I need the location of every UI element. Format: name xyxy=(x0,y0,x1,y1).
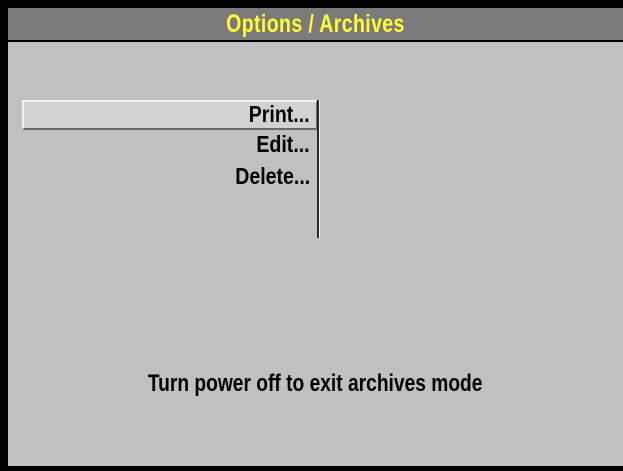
page-title: Options / Archives xyxy=(226,9,405,38)
menu-item-label: Edit... xyxy=(256,131,310,157)
menu-scroll-divider xyxy=(317,100,320,238)
options-menu: Print... Edit... Delete... xyxy=(18,100,318,238)
status-message: Turn power off to exit archives mode xyxy=(8,370,623,398)
menu-item-label: Delete... xyxy=(235,163,310,189)
menu-item-delete[interactable]: Delete... xyxy=(22,162,318,192)
menu-item-print[interactable]: Print... xyxy=(22,100,318,130)
status-message-text: Turn power off to exit archives mode xyxy=(148,370,483,397)
menu-item-label: Print... xyxy=(249,101,310,127)
menu-item-edit[interactable]: Edit... xyxy=(22,130,318,160)
title-bar: Options / Archives xyxy=(8,8,623,42)
device-screen: Options / Archives Print... Edit... Dele… xyxy=(0,0,623,471)
